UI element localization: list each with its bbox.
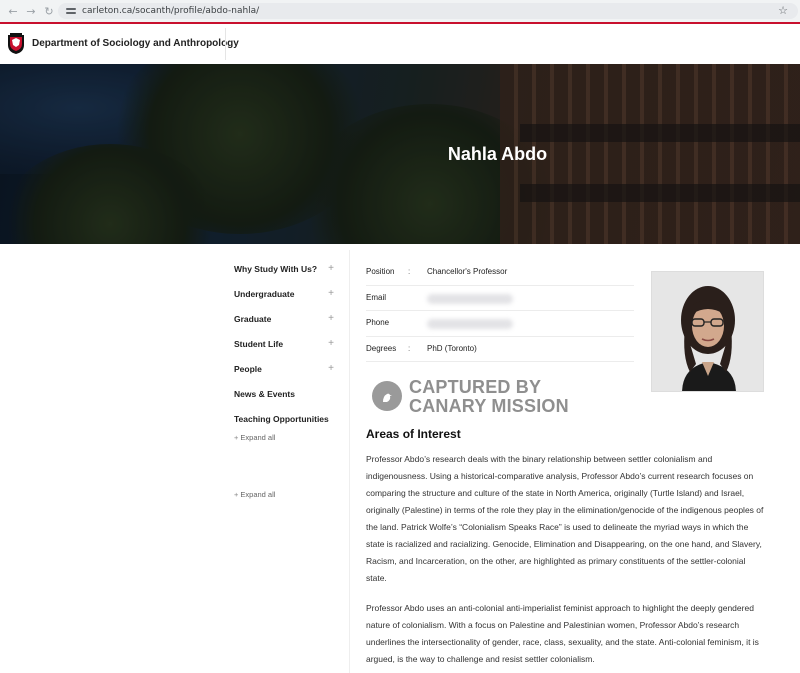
areas-of-interest-heading: Areas of Interest bbox=[366, 427, 461, 441]
expand-all-link[interactable]: + Expand all bbox=[234, 490, 275, 499]
position-row: Position : Chancellor's Professor bbox=[366, 260, 634, 286]
email-row: Email bbox=[366, 286, 634, 311]
email-value-redacted[interactable] bbox=[427, 293, 513, 304]
address-bar[interactable]: carleton.ca/socanth/profile/abdo-nahla/ … bbox=[58, 3, 798, 19]
plus-icon[interactable]: + bbox=[328, 285, 334, 303]
watermark-text: CAPTURED BY CANARY MISSION bbox=[409, 378, 569, 416]
plus-icon[interactable]: + bbox=[328, 335, 334, 353]
department-title[interactable]: Department of Sociology and Anthropology bbox=[32, 38, 239, 49]
plus-icon[interactable]: + bbox=[328, 260, 334, 278]
research-paragraph-1: Professor Abdo’s research deals with the… bbox=[366, 454, 764, 583]
sidebar-item-student-life[interactable]: Student Life + bbox=[234, 335, 338, 360]
watermark-line-2: CANARY MISSION bbox=[409, 396, 569, 416]
profile-photo-image bbox=[652, 272, 763, 391]
plus-icon[interactable]: + bbox=[328, 360, 334, 378]
degrees-row: Degrees : PhD (Toronto) bbox=[366, 337, 634, 362]
canary-mission-watermark: CAPTURED BY CANARY MISSION bbox=[372, 378, 602, 418]
reload-icon[interactable]: ↻ bbox=[42, 4, 56, 18]
forward-arrow-icon[interactable]: → bbox=[24, 4, 38, 18]
browser-toolbar: ← → ↻ carleton.ca/socanth/profile/abdo-n… bbox=[0, 0, 800, 22]
url-text[interactable]: carleton.ca/socanth/profile/abdo-nahla/ bbox=[82, 6, 259, 16]
carleton-logo-icon[interactable] bbox=[7, 33, 25, 55]
hero-banner: Nahla Abdo bbox=[0, 64, 800, 244]
plus-icon: + bbox=[234, 490, 239, 499]
research-paragraph-2: Professor Abdo uses an anti-colonial ant… bbox=[366, 603, 759, 664]
sidebar-item-teaching-opportunities[interactable]: Teaching Opportunities bbox=[234, 410, 338, 435]
email-label: Email bbox=[366, 292, 387, 302]
sidebar-item-label: News & Events bbox=[234, 389, 295, 399]
content-divider bbox=[349, 250, 350, 673]
sidebar-item-news-events[interactable]: News & Events bbox=[234, 385, 338, 410]
phone-value-redacted bbox=[427, 319, 513, 329]
back-arrow-icon[interactable]: ← bbox=[6, 4, 20, 18]
phone-label: Phone bbox=[366, 318, 390, 327]
expand-all-label: Expand all bbox=[240, 490, 276, 499]
separator: : bbox=[408, 343, 411, 353]
degrees-label: Degrees bbox=[366, 343, 397, 353]
degrees-value: PhD (Toronto) bbox=[427, 343, 477, 353]
sidebar-item-label: Teaching Opportunities bbox=[234, 414, 329, 424]
bird-icon bbox=[383, 393, 392, 402]
position-value: Chancellor's Professor bbox=[427, 267, 508, 276]
sidebar-item-graduate[interactable]: Graduate + bbox=[234, 310, 338, 335]
profile-info-table: Position : Chancellor's Professor Email … bbox=[366, 260, 634, 362]
position-label: Position bbox=[366, 267, 395, 276]
bookmark-star-icon[interactable]: ☆ bbox=[778, 4, 788, 17]
sidebar-item-label: Graduate bbox=[234, 314, 272, 324]
profile-photo bbox=[651, 271, 764, 392]
sidebar-item-undergraduate[interactable]: Undergraduate + bbox=[234, 285, 338, 310]
phone-row: Phone bbox=[366, 311, 634, 337]
site-info-icon[interactable] bbox=[66, 6, 76, 16]
sidebar-item-why-study[interactable]: Why Study With Us? + bbox=[234, 260, 338, 285]
header-divider bbox=[225, 28, 226, 60]
sidebar-item-label: Why Study With Us? bbox=[234, 264, 318, 274]
canary-bird-icon bbox=[372, 381, 402, 411]
page-title: Nahla Abdo bbox=[447, 144, 548, 164]
plus-icon[interactable]: + bbox=[328, 310, 334, 328]
sidebar-item-label: Student Life bbox=[234, 339, 284, 349]
separator: : bbox=[408, 267, 411, 276]
watermark-line-1: CAPTURED BY bbox=[409, 377, 542, 397]
sidebar-nav: Why Study With Us? + Undergraduate + Gra… bbox=[234, 260, 338, 442]
sidebar-item-label: Undergraduate bbox=[234, 289, 295, 299]
site-header: Department of Sociology and Anthropology bbox=[0, 22, 800, 64]
sidebar-item-label: People bbox=[234, 364, 262, 374]
sidebar-item-people[interactable]: People + bbox=[234, 360, 338, 385]
